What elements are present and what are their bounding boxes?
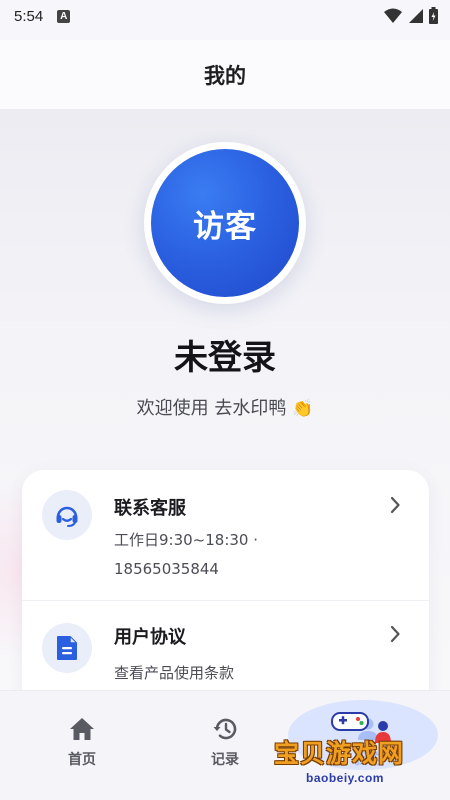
nav-home-label: 首页 [68, 752, 96, 768]
customer-service-icon [42, 490, 92, 540]
nav-mine-label: 我的 [354, 752, 382, 768]
welcome-message: 欢迎使用 去水印鸭 👏 [0, 394, 450, 420]
status-icons [384, 7, 438, 24]
history-icon [213, 718, 237, 740]
battery-icon [429, 7, 438, 24]
page-title: 我的 [204, 63, 246, 88]
nav-mine[interactable]: 我的 [338, 717, 398, 769]
avatar-frame[interactable]: 访客 [144, 142, 306, 304]
phone-number-text: 18565035844 [114, 560, 219, 578]
contact-support-title: 联系客服 [114, 498, 186, 519]
working-hours-text: 工作日9:30~18:30 · [114, 531, 259, 549]
status-time: 5:54 [14, 7, 44, 25]
nav-home[interactable]: 首页 [52, 717, 112, 769]
user-agreement-detail: 查看产品使用条款 [114, 664, 235, 682]
chevron-right-icon [390, 496, 400, 514]
nav-records-label: 记录 [211, 752, 239, 768]
contact-support-detail: 工作日9:30~18:30 · 18565035844 [114, 526, 258, 584]
chevron-right-icon [390, 625, 400, 643]
page-header: 我的 [0, 40, 450, 110]
status-bar: 5:54 A [0, 0, 450, 32]
bottom-navigation: 首页 记录 我的 [0, 690, 450, 800]
menu-card: 联系客服 工作日9:30~18:30 · 18565035844 用户协议 查看… [22, 470, 429, 710]
clap-emoji: 👏 [292, 399, 314, 419]
signal-icon [409, 8, 423, 23]
login-status-title[interactable]: 未登录 [0, 330, 450, 379]
document-icon [42, 623, 92, 673]
user-agreement-title: 用户协议 [114, 627, 186, 648]
profile-icon [358, 718, 378, 740]
notification-icon: A [57, 9, 71, 23]
wifi-icon [384, 8, 402, 23]
home-icon [70, 718, 94, 740]
welcome-text: 欢迎使用 去水印鸭 [136, 398, 287, 419]
contact-support-item[interactable]: 联系客服 工作日9:30~18:30 · 18565035844 [22, 470, 429, 601]
avatar: 访客 [151, 149, 299, 297]
nav-records[interactable]: 记录 [195, 717, 255, 769]
